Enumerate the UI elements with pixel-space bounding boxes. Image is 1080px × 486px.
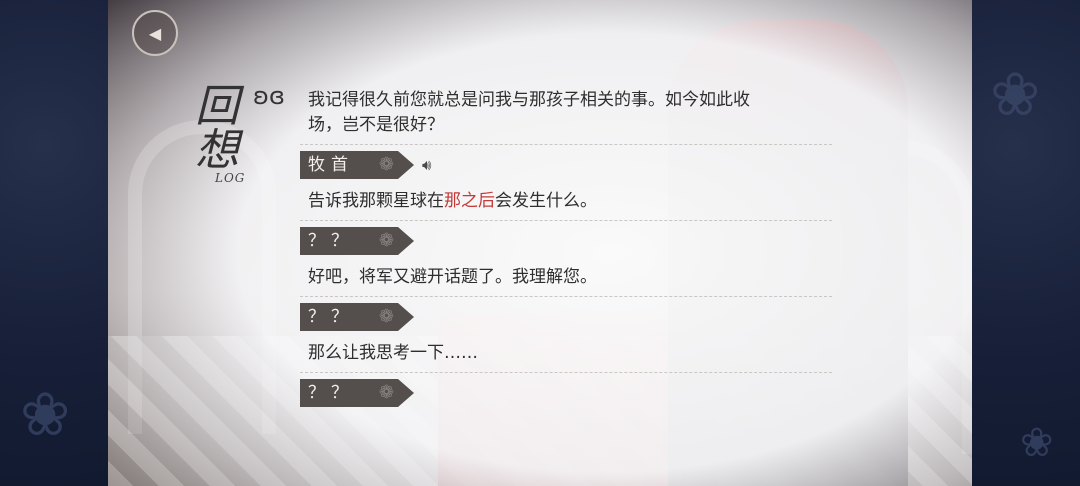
rose-icon: ❁ [378, 306, 394, 327]
rose-ornament-icon: ❀ [20, 380, 71, 450]
speaker-row: ？？ ❁ [300, 379, 832, 407]
divider [300, 296, 832, 297]
left-side-panel: ❀ [0, 0, 110, 486]
log-message: 那么让我思考一下…… [308, 343, 478, 363]
right-side-panel: ❀ ❀ [970, 0, 1080, 486]
back-button[interactable]: ◀ [132, 10, 178, 56]
log-message: 好吧，将军又避开话题了。我理解您。 [308, 267, 597, 287]
speaker-tag: ？？ ❁ [300, 303, 414, 331]
message-text: 会发生什么。 [495, 191, 597, 211]
divider [300, 372, 832, 373]
speaker-icon[interactable]: 🔊︎ [422, 156, 431, 174]
speaker-tag: ？？ ❁ [300, 379, 414, 407]
log-message: 告诉我那颗星球在那之后会发生什么。 [308, 189, 832, 214]
rose-icon: ❁ [378, 382, 394, 403]
speaker-name: ？？ [308, 231, 354, 251]
speaker-tag: 牧首 ❁ [300, 151, 414, 179]
divider [300, 220, 832, 221]
speaker-name: ？？ [308, 383, 354, 403]
message-text: 告诉我那颗星球在 [308, 191, 444, 211]
speaker-name: ？？ [308, 307, 354, 327]
divider [300, 144, 832, 145]
rose-ornament-icon: ❀ [1020, 420, 1054, 466]
back-arrow-icon: ◀ [148, 23, 162, 43]
log-message: 我记得很久前您就总是问我与那孩子相关的事。如今如此收 场，岂不是很好？ [308, 88, 832, 138]
rose-icon: ❁ [378, 230, 394, 251]
speaker-tag: ？？ ❁ [300, 227, 414, 255]
speaker-row: 牧首 ❁ 🔊︎ [300, 151, 832, 179]
butterfly-icon: ʚɞ [253, 82, 285, 110]
dialogue-log[interactable]: 我记得很久前您就总是问我与那孩子相关的事。如今如此收 场，岂不是很好？ 牧首 ❁… [300, 88, 832, 407]
title-sub: LOG [215, 171, 246, 185]
message-text: 我记得很久前您就总是问我与那孩子相关的事。如今如此收 [308, 90, 750, 110]
log-title: 回 想 ʚɞ LOG [165, 70, 285, 190]
highlight-text: 那之后 [444, 191, 495, 211]
message-text: 场，岂不是很好？ [308, 115, 444, 135]
rose-ornament-icon: ❀ [990, 60, 1041, 130]
title-char-2: 想 [195, 125, 239, 176]
speaker-row: ？？ ❁ [300, 227, 832, 255]
speaker-name: 牧首 [308, 155, 354, 175]
speaker-row: ？？ ❁ [300, 303, 832, 331]
rose-icon: ❁ [378, 154, 394, 175]
